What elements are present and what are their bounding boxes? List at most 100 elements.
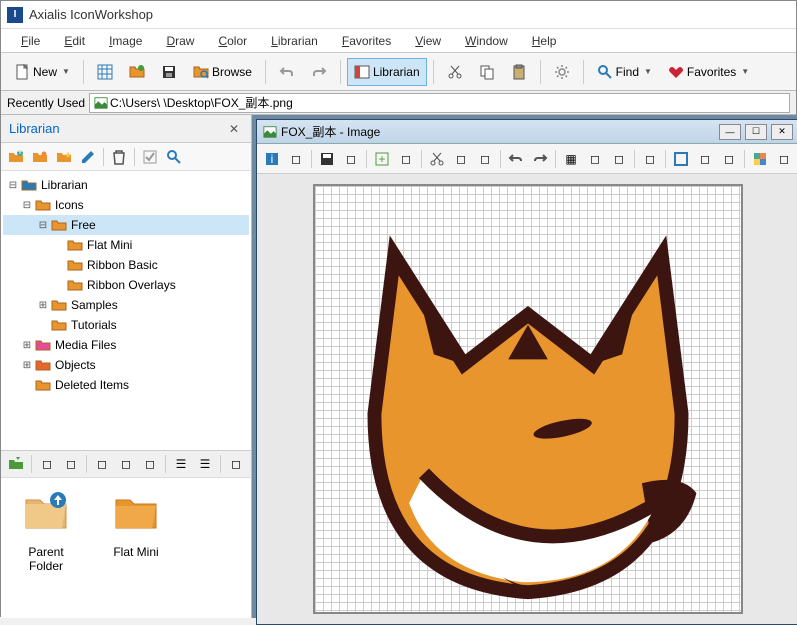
copy-button[interactable] xyxy=(472,58,502,86)
menu-favorites[interactable]: Favorites xyxy=(332,32,401,50)
doc-crop-button[interactable]: ◻ xyxy=(395,148,417,170)
tree-node[interactable]: Flat Mini xyxy=(3,235,249,255)
settings-button[interactable] xyxy=(547,58,577,86)
menu-librarian[interactable]: Librarian xyxy=(261,32,328,50)
undo-button[interactable] xyxy=(272,58,302,86)
minimize-button[interactable]: — xyxy=(719,124,741,140)
tree-twisty-icon[interactable]: ⊞ xyxy=(21,339,33,351)
thumb-btn5[interactable]: ◻ xyxy=(115,453,137,475)
doc-redo-button[interactable] xyxy=(529,148,551,170)
dropdown-arrow-icon: ▼ xyxy=(644,67,652,76)
menu-view[interactable]: View xyxy=(405,32,451,50)
doc-undo-button[interactable] xyxy=(505,148,527,170)
undo-icon xyxy=(508,151,524,167)
separator xyxy=(83,60,84,84)
tree-twisty-icon xyxy=(53,279,65,291)
doc-cut-button[interactable] xyxy=(426,148,448,170)
close-button[interactable]: ✕ xyxy=(771,124,793,140)
tree-node[interactable]: Ribbon Overlays xyxy=(3,275,249,295)
doc-zoom3-button[interactable]: ◻ xyxy=(718,148,740,170)
tree-node[interactable]: Ribbon Basic xyxy=(3,255,249,275)
doc-zoom2-button[interactable]: ◻ xyxy=(694,148,716,170)
folder-icon xyxy=(35,337,51,353)
recent-path-field[interactable]: C:\Users\ \Desktop\FOX_副本.png xyxy=(89,93,790,113)
folder-star-icon xyxy=(56,149,72,165)
canvas-area[interactable] xyxy=(257,174,797,624)
doc-expand-button[interactable]: + xyxy=(371,148,393,170)
thumb-btn8[interactable]: ☰ xyxy=(194,453,216,475)
pixel-canvas[interactable] xyxy=(313,184,743,614)
thumb-btn4[interactable]: ◻ xyxy=(91,453,113,475)
tree-node[interactable]: ⊞Samples xyxy=(3,295,249,315)
doc-color2-button[interactable]: ◻ xyxy=(773,148,795,170)
menu-image[interactable]: Image xyxy=(99,32,152,50)
folder-icon xyxy=(51,217,67,233)
tree-twisty-icon[interactable]: ⊟ xyxy=(21,199,33,211)
doc-alpha-button[interactable]: ◻ xyxy=(608,148,630,170)
panel-close-button[interactable]: ✕ xyxy=(225,120,243,138)
svg-text:i: i xyxy=(271,152,274,166)
separator xyxy=(103,148,104,166)
tree-node-label: Librarian xyxy=(41,178,88,192)
grid-button[interactable] xyxy=(90,58,120,86)
menu-window[interactable]: Window xyxy=(455,32,518,50)
menu-help[interactable]: Help xyxy=(522,32,567,50)
thumb-btn6[interactable]: ◻ xyxy=(139,453,161,475)
new-button[interactable]: New ▼ xyxy=(7,58,77,86)
separator xyxy=(634,150,635,168)
menu-draw[interactable]: Draw xyxy=(156,32,204,50)
thumb-btn3[interactable]: ◻ xyxy=(60,453,82,475)
redo-button[interactable] xyxy=(304,58,334,86)
doc-zoom1-button[interactable] xyxy=(670,148,692,170)
doc-btn-format[interactable]: ◻ xyxy=(285,148,307,170)
tree-twisty-icon xyxy=(53,239,65,251)
doc-paste-button[interactable]: ◻ xyxy=(474,148,496,170)
open-button[interactable] xyxy=(122,58,152,86)
doc-preview1-button[interactable]: ◻ xyxy=(639,148,661,170)
find-button[interactable]: Find ▼ xyxy=(590,58,659,86)
tree-node[interactable]: ⊟Icons xyxy=(3,195,249,215)
doc-color1-button[interactable] xyxy=(749,148,771,170)
menu-file[interactable]: File xyxy=(11,32,50,50)
tree-node[interactable]: Tutorials xyxy=(3,315,249,335)
menu-color[interactable]: Color xyxy=(208,32,257,50)
tree-twisty-icon[interactable]: ⊟ xyxy=(37,219,49,231)
tree-node[interactable]: ⊞Media Files xyxy=(3,335,249,355)
tree-node[interactable]: ⊞Objects xyxy=(3,355,249,375)
search-button[interactable] xyxy=(163,146,185,168)
delete-button[interactable] xyxy=(108,146,130,168)
tree-twisty-icon[interactable]: ⊞ xyxy=(21,359,33,371)
doc-grid-button[interactable]: ▦ xyxy=(560,148,582,170)
check-button[interactable] xyxy=(139,146,161,168)
save-button[interactable] xyxy=(154,58,184,86)
favorites-button[interactable]: Favorites ▼ xyxy=(661,58,756,86)
thumb-btn1[interactable] xyxy=(5,453,27,475)
window-titlebar: I Axialis IconWorkshop xyxy=(1,1,796,29)
tree-node[interactable]: ⊟Free xyxy=(3,215,249,235)
edit-button[interactable] xyxy=(77,146,99,168)
folder1-button[interactable] xyxy=(29,146,51,168)
maximize-button[interactable]: ☐ xyxy=(745,124,767,140)
parent-folder-thumb[interactable]: Parent Folder xyxy=(11,488,81,608)
doc-saveas-button[interactable]: ◻ xyxy=(340,148,362,170)
librarian-toggle-button[interactable]: Librarian xyxy=(347,58,427,86)
new-folder-button[interactable]: + xyxy=(5,146,27,168)
flat-mini-thumb[interactable]: Flat Mini xyxy=(101,488,171,608)
doc-btn-info[interactable]: i xyxy=(261,148,283,170)
paste-button[interactable] xyxy=(504,58,534,86)
tree-node[interactable]: Deleted Items xyxy=(3,375,249,395)
thumb-btn9[interactable]: ◻ xyxy=(225,453,247,475)
thumb-btn2[interactable]: ◻ xyxy=(36,453,58,475)
tree-node[interactable]: ⊟ Librarian xyxy=(3,175,249,195)
tree-twisty-icon[interactable]: ⊟ xyxy=(7,179,19,191)
doc-copy-button[interactable]: ◻ xyxy=(450,148,472,170)
doc-layers-button[interactable]: ◻ xyxy=(584,148,606,170)
doc-save-button[interactable] xyxy=(316,148,338,170)
folder2-button[interactable] xyxy=(53,146,75,168)
cut-button[interactable] xyxy=(440,58,470,86)
thumb-btn7[interactable]: ☰ xyxy=(170,453,192,475)
menu-edit[interactable]: Edit xyxy=(54,32,95,50)
tree-twisty-icon[interactable]: ⊞ xyxy=(37,299,49,311)
browse-button[interactable]: Browse xyxy=(186,58,259,86)
librarian-tree[interactable]: ⊟ Librarian ⊟Icons⊟FreeFlat MiniRibbon Bas… xyxy=(1,171,251,450)
